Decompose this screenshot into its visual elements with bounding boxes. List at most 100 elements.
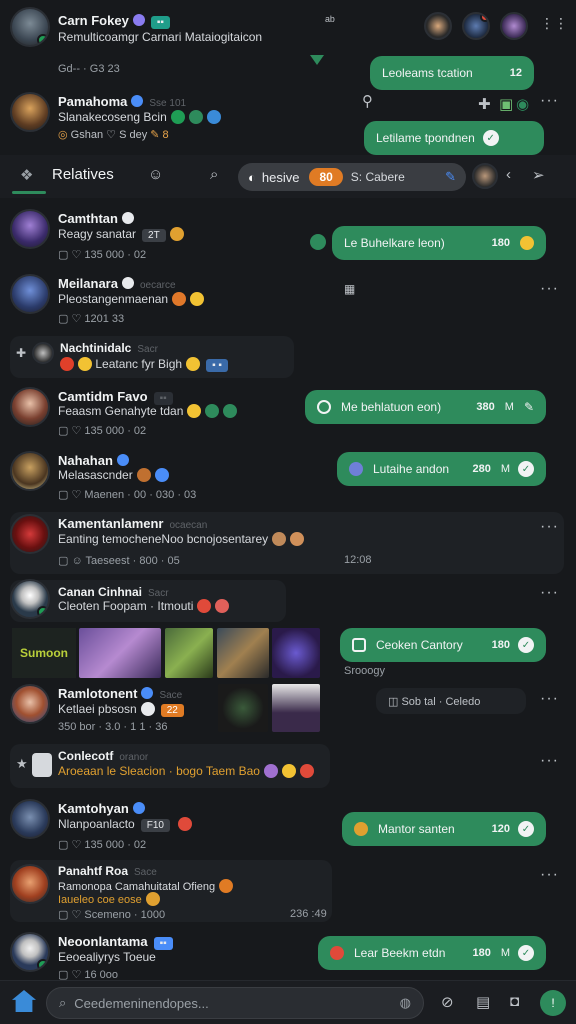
chat-pill[interactable]: Ceoken Cantory 180 ✓ — [340, 628, 546, 662]
emoji-icon — [145, 892, 160, 906]
star-icon[interactable]: ✚ — [16, 346, 26, 360]
emoji-icon — [140, 702, 155, 716]
contact-name: Neoonlantama ▪▪ — [58, 934, 173, 950]
contact-status: Melasascnder — [58, 468, 169, 482]
chevron-left-icon[interactable]: ‹ — [506, 166, 511, 183]
more-options-icon[interactable]: ··· — [540, 690, 559, 708]
avatar[interactable] — [500, 12, 528, 40]
avatar[interactable] — [10, 579, 50, 619]
edit-icon[interactable]: ✎ — [524, 400, 534, 414]
media-thumbnail[interactable] — [79, 628, 161, 678]
contact-status: Reagy sanatar 2T — [58, 227, 184, 242]
chat-pill[interactable]: Lutaihe andon 280 M ✓ — [337, 452, 546, 486]
avatar[interactable] — [462, 12, 490, 40]
verified-icon — [132, 802, 145, 814]
more-options-icon[interactable]: ··· — [540, 280, 559, 298]
emoji-icon — [215, 599, 230, 613]
avatar[interactable] — [10, 387, 50, 427]
contact-name: Ramlotonent Sace — [58, 686, 183, 701]
send-icon[interactable]: ➢ — [532, 166, 545, 184]
translate-icon[interactable]: ᵃᵇ — [325, 13, 335, 28]
chat-pill[interactable]: Le Buhelkare leon) 180 — [332, 226, 546, 260]
top-chat-pill[interactable]: Leoleams tcation 12 — [370, 56, 534, 90]
more-options-icon[interactable]: ··· — [540, 584, 559, 602]
camera-icon[interactable]: ◘ — [510, 993, 519, 1010]
check-icon[interactable]: ◉ — [516, 95, 529, 113]
paw-icon: ❖ — [20, 167, 34, 184]
contact-status: Pleostangenmaenan — [58, 292, 205, 306]
avatar[interactable] — [10, 274, 50, 314]
emoji-icon — [219, 879, 234, 893]
media-thumbnail[interactable] — [165, 628, 213, 678]
add-icon[interactable]: ✚ — [478, 95, 491, 113]
media-thumbnail[interactable] — [272, 684, 320, 732]
compose-button[interactable]: ! — [540, 990, 566, 1016]
chat-pill[interactable]: Me behlatuon eon) 380 M ✎ — [305, 390, 546, 424]
check-icon: ✓ — [518, 945, 534, 961]
more-options-icon[interactable]: ··· — [540, 866, 559, 884]
mic-icon[interactable]: ◍ — [400, 995, 411, 1011]
search-chip[interactable]: ◐ hesive 80 S: Cabere ✎ — [238, 163, 466, 191]
avatar[interactable] — [10, 7, 50, 47]
pill-label: Mantor santen — [378, 822, 455, 836]
compass-icon[interactable]: ⊘ — [441, 993, 454, 1011]
avatar[interactable] — [10, 451, 50, 491]
avatar[interactable] — [10, 92, 50, 132]
pill-label: Le Buhelkare leon) — [344, 236, 445, 250]
contact-status: Eanting temocheneNoo bcnojosentarey — [58, 532, 305, 546]
m-icon: M — [504, 401, 514, 413]
chat-pill[interactable]: Lear Beekm etdn 180 M ✓ — [318, 936, 546, 970]
pill-label: Letilame tpondnen — [376, 131, 475, 145]
emoji-icon — [188, 110, 203, 124]
emoji-icon — [197, 599, 212, 613]
media-thumbnail[interactable] — [272, 628, 320, 678]
more-options-icon[interactable]: ··· — [540, 518, 559, 536]
bag-icon[interactable]: ▤ — [476, 993, 490, 1011]
check-icon: ✓ — [482, 130, 499, 146]
avatar[interactable] — [10, 684, 50, 724]
media-thumbnail[interactable] — [217, 628, 269, 678]
avatar[interactable] — [10, 209, 50, 249]
avatar[interactable] — [10, 932, 50, 972]
contact-name: Nachtinidalc Sacr — [60, 341, 158, 355]
search-icon[interactable]: ⌕ — [210, 166, 218, 183]
avatar[interactable] — [10, 864, 50, 904]
search-input[interactable]: ⌕ Ceedemeninendopes... ◍ — [46, 987, 424, 1019]
more-options-icon[interactable]: ··· — [540, 92, 559, 110]
edit-icon[interactable]: ✎ — [445, 169, 456, 185]
tab-relatives[interactable]: Relatives — [52, 166, 114, 183]
media-thumbnail[interactable] — [218, 684, 268, 732]
contact-meta: ▢ ♡ 1201 33 — [58, 313, 125, 325]
avatar[interactable] — [472, 163, 498, 189]
search-icon: ⌕ — [59, 995, 67, 1010]
banner-label: Sumoon — [12, 628, 76, 678]
emoji-icon — [170, 110, 185, 124]
c-logo-icon — [32, 753, 52, 777]
contact-name: Kamentanlamenr ocaecan — [58, 516, 208, 531]
emoji-icon — [206, 110, 221, 124]
reply-label: ◫ Sob tal · Celedo — [388, 696, 481, 708]
emoji-icon — [169, 227, 184, 241]
contact-meta: ▢ ♡ 135 000 · 02 — [58, 249, 147, 261]
notification-dot — [480, 14, 488, 22]
contact-meta: ▢ ♡ Maenen · 00 · 030 · 03 — [58, 489, 197, 501]
avatar[interactable] — [32, 342, 54, 364]
grid-menu-icon[interactable]: ⋮⋮ — [540, 15, 568, 32]
more-options-icon[interactable]: ··· — [540, 752, 559, 770]
emoji-icon[interactable]: ☺ — [148, 166, 163, 183]
avatar[interactable] — [424, 12, 452, 40]
avatar[interactable] — [10, 799, 50, 839]
emoji-icon — [136, 468, 151, 482]
chat-pill[interactable]: Letilame tpondnen ✓ — [364, 121, 544, 155]
pill-count: 12 — [509, 67, 522, 79]
avatar-icon — [330, 946, 344, 960]
timestamp: 12:08 — [344, 554, 372, 566]
pin-icon[interactable]: ⚲ — [362, 92, 373, 110]
contact-name: Conlecotf oranor — [58, 749, 149, 763]
check-icon: ✓ — [518, 637, 534, 653]
chat-pill[interactable]: Mantor santen 120 ✓ — [342, 812, 546, 846]
pill-label: Me behlatuon eon) — [341, 400, 442, 414]
star-icon[interactable]: ★ — [16, 756, 28, 772]
image-icon[interactable]: ▣ — [499, 95, 513, 113]
avatar[interactable] — [10, 514, 50, 554]
